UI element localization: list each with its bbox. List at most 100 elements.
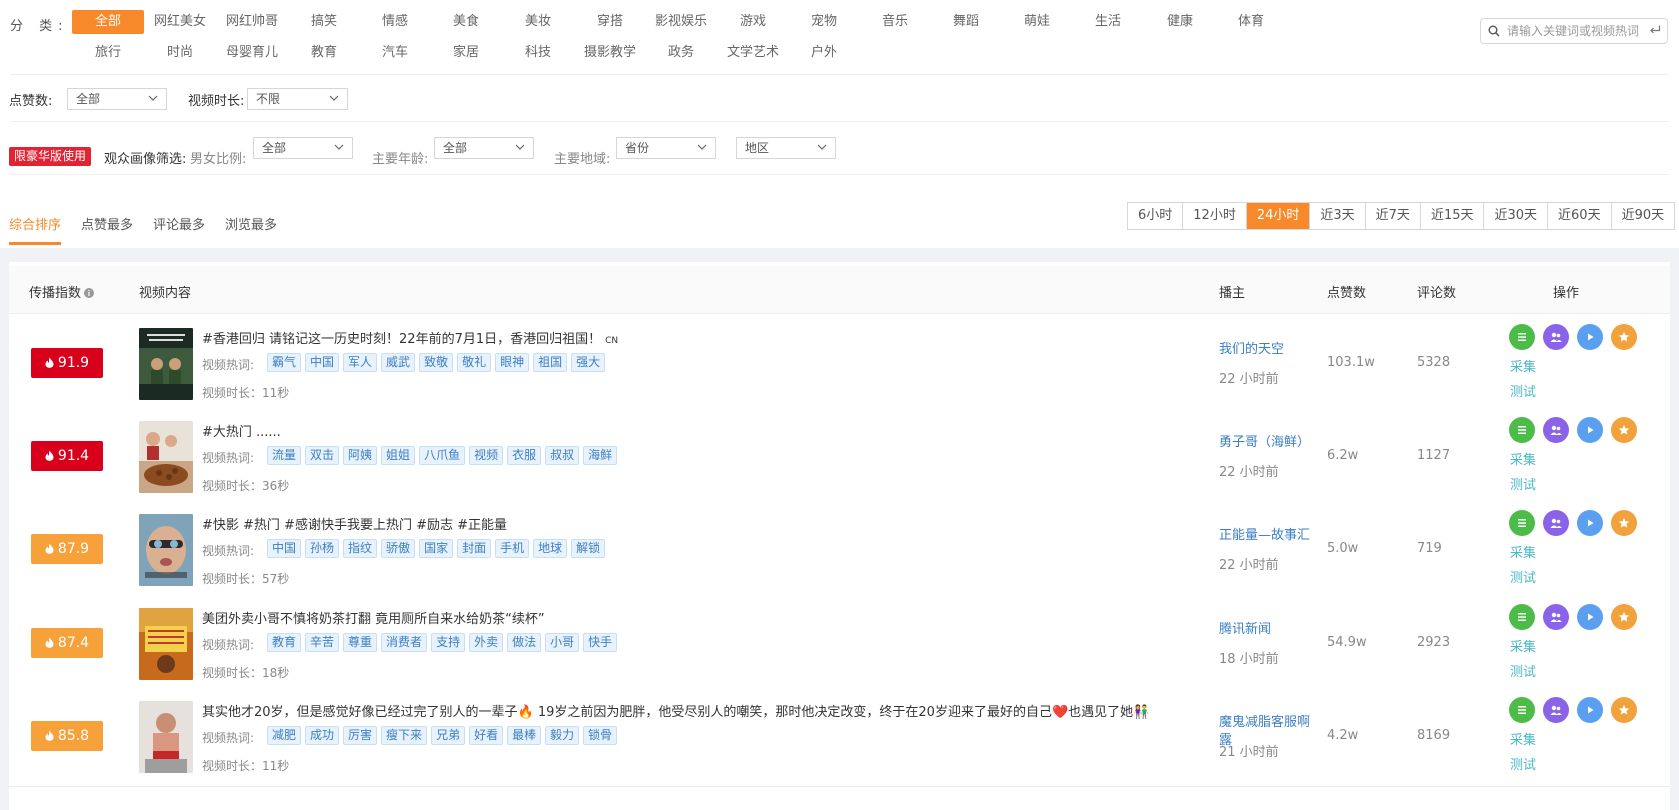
- hot-word-tag[interactable]: 衣服: [507, 446, 542, 465]
- search-input[interactable]: [1507, 21, 1647, 41]
- audience-button[interactable]: [1543, 510, 1569, 536]
- sort-tab-most-comments[interactable]: 评论最多: [153, 214, 205, 233]
- area-select[interactable]: 地区: [736, 137, 836, 159]
- video-title[interactable]: #快影 #热门 #感谢快手我要上热门 #励志 #正能量: [202, 514, 507, 533]
- time-range-button[interactable]: 近7天: [1365, 203, 1421, 229]
- hot-word-tag[interactable]: 姐姐: [381, 446, 416, 465]
- host-name-link[interactable]: 勇子哥（海鲜）: [1219, 434, 1319, 452]
- hot-word-tag[interactable]: 中国: [267, 539, 302, 558]
- hot-word-tag[interactable]: 辛苦: [305, 633, 340, 652]
- test-link[interactable]: 测试: [1510, 754, 1536, 773]
- category-item[interactable]: 音乐: [859, 10, 931, 34]
- hot-word-tag[interactable]: 骄傲: [381, 539, 416, 558]
- hot-word-tag[interactable]: 敬礼: [457, 353, 492, 372]
- category-item[interactable]: 教育: [288, 41, 360, 65]
- enter-icon[interactable]: [1649, 24, 1661, 36]
- category-item[interactable]: 穿搭: [574, 10, 646, 34]
- category-item[interactable]: 游戏: [717, 10, 789, 34]
- sort-tab-most-likes[interactable]: 点赞最多: [81, 214, 133, 233]
- detail-button[interactable]: [1509, 510, 1535, 536]
- category-item[interactable]: 情感: [359, 10, 431, 34]
- detail-button[interactable]: [1509, 324, 1535, 350]
- favorite-button[interactable]: [1611, 324, 1637, 350]
- test-link[interactable]: 测试: [1510, 381, 1536, 400]
- collect-link[interactable]: 采集: [1510, 542, 1536, 561]
- category-item[interactable]: 时尚: [144, 41, 216, 65]
- hot-word-tag[interactable]: 孙杨: [305, 539, 340, 558]
- hot-word-tag[interactable]: 强大: [571, 353, 606, 372]
- category-item[interactable]: 生活: [1072, 10, 1144, 34]
- hot-word-tag[interactable]: 国家: [419, 539, 454, 558]
- hot-word-tag[interactable]: 消费者: [381, 633, 428, 652]
- time-range-button[interactable]: 近3天: [1310, 203, 1366, 229]
- test-link[interactable]: 测试: [1510, 567, 1536, 586]
- time-range-button[interactable]: 近60天: [1548, 203, 1612, 229]
- category-item[interactable]: 宠物: [788, 10, 860, 34]
- hot-word-tag[interactable]: 支持: [431, 633, 466, 652]
- video-title[interactable]: #香港回归 请铭记这一历史时刻！22年前的7月1日，香港回归祖国！ CN: [202, 328, 618, 347]
- time-range-button[interactable]: 12小时: [1183, 203, 1247, 229]
- video-thumbnail[interactable]: [139, 608, 193, 680]
- hot-word-tag[interactable]: 指纹: [343, 539, 378, 558]
- audience-button[interactable]: [1543, 324, 1569, 350]
- category-item[interactable]: 体育: [1215, 10, 1287, 34]
- host-name-link[interactable]: 正能量—故事汇: [1219, 527, 1319, 545]
- test-link[interactable]: 测试: [1510, 474, 1536, 493]
- play-button[interactable]: [1577, 417, 1603, 443]
- hot-word-tag[interactable]: 好看: [469, 726, 504, 745]
- hot-word-tag[interactable]: 成功: [305, 726, 340, 745]
- age-filter-select[interactable]: 全部: [434, 137, 534, 159]
- hot-word-tag[interactable]: 做法: [507, 633, 542, 652]
- play-button[interactable]: [1577, 510, 1603, 536]
- category-item[interactable]: 网红美女: [144, 10, 216, 34]
- hot-word-tag[interactable]: 厉害: [343, 726, 378, 745]
- hot-word-tag[interactable]: 教育: [267, 633, 302, 652]
- video-title[interactable]: #大热门 ......: [202, 421, 281, 440]
- hot-word-tag[interactable]: 双击: [305, 446, 340, 465]
- play-button[interactable]: [1577, 697, 1603, 723]
- sort-tab-most-views[interactable]: 浏览最多: [225, 214, 277, 233]
- audience-button[interactable]: [1543, 417, 1569, 443]
- hot-word-tag[interactable]: 减肥: [267, 726, 302, 745]
- hot-word-tag[interactable]: 地球: [533, 539, 568, 558]
- play-button[interactable]: [1577, 604, 1603, 630]
- likes-filter-select[interactable]: 全部: [67, 88, 167, 110]
- hot-word-tag[interactable]: 锁骨: [583, 726, 618, 745]
- category-item[interactable]: 美食: [430, 10, 502, 34]
- hot-word-tag[interactable]: 瘦下来: [381, 726, 428, 745]
- video-title[interactable]: 美团外卖小哥不慎将奶茶打翻 竟用厕所自来水给奶茶“续杯”: [202, 608, 545, 627]
- collect-link[interactable]: 采集: [1510, 636, 1536, 655]
- video-title[interactable]: 其实他才20岁，但是感觉好像已经过完了别人的一辈子🔥 19岁之前因为肥胖，他受尽…: [202, 701, 1149, 720]
- hot-word-tag[interactable]: 视频: [469, 446, 504, 465]
- province-select[interactable]: 省份: [616, 137, 716, 159]
- hot-word-tag[interactable]: 中国: [305, 353, 340, 372]
- video-thumbnail[interactable]: [139, 514, 193, 586]
- hot-word-tag[interactable]: 霸气: [267, 353, 302, 372]
- hot-word-tag[interactable]: 祖国: [533, 353, 568, 372]
- time-range-button[interactable]: 6小时: [1128, 203, 1184, 229]
- category-item[interactable]: 影视娱乐: [645, 10, 717, 34]
- video-thumbnail[interactable]: [139, 328, 193, 400]
- category-item[interactable]: 文学艺术: [717, 41, 789, 65]
- time-range-button[interactable]: 近30天: [1484, 203, 1549, 229]
- category-item[interactable]: 舞蹈: [930, 10, 1002, 34]
- hot-word-tag[interactable]: 封面: [457, 539, 492, 558]
- hot-word-tag[interactable]: 解锁: [571, 539, 606, 558]
- video-thumbnail[interactable]: [139, 701, 193, 773]
- category-item[interactable]: 摄影教学: [574, 41, 646, 65]
- audience-button[interactable]: [1543, 604, 1569, 630]
- category-item[interactable]: 网红帅哥: [216, 10, 288, 34]
- hot-word-tag[interactable]: 军人: [343, 353, 378, 372]
- sort-tab-comprehensive[interactable]: 综合排序: [9, 214, 61, 233]
- time-range-button[interactable]: 近15天: [1420, 203, 1485, 229]
- audience-button[interactable]: [1543, 697, 1569, 723]
- category-item[interactable]: 全部: [72, 10, 144, 34]
- hot-word-tag[interactable]: 快手: [583, 633, 618, 652]
- hot-word-tag[interactable]: 致敬: [419, 353, 454, 372]
- category-item[interactable]: 政务: [645, 41, 717, 65]
- category-item[interactable]: 萌娃: [1001, 10, 1073, 34]
- hot-word-tag[interactable]: 手机: [495, 539, 530, 558]
- hot-word-tag[interactable]: 海鲜: [583, 446, 618, 465]
- hot-word-tag[interactable]: 兄弟: [431, 726, 466, 745]
- favorite-button[interactable]: [1611, 697, 1637, 723]
